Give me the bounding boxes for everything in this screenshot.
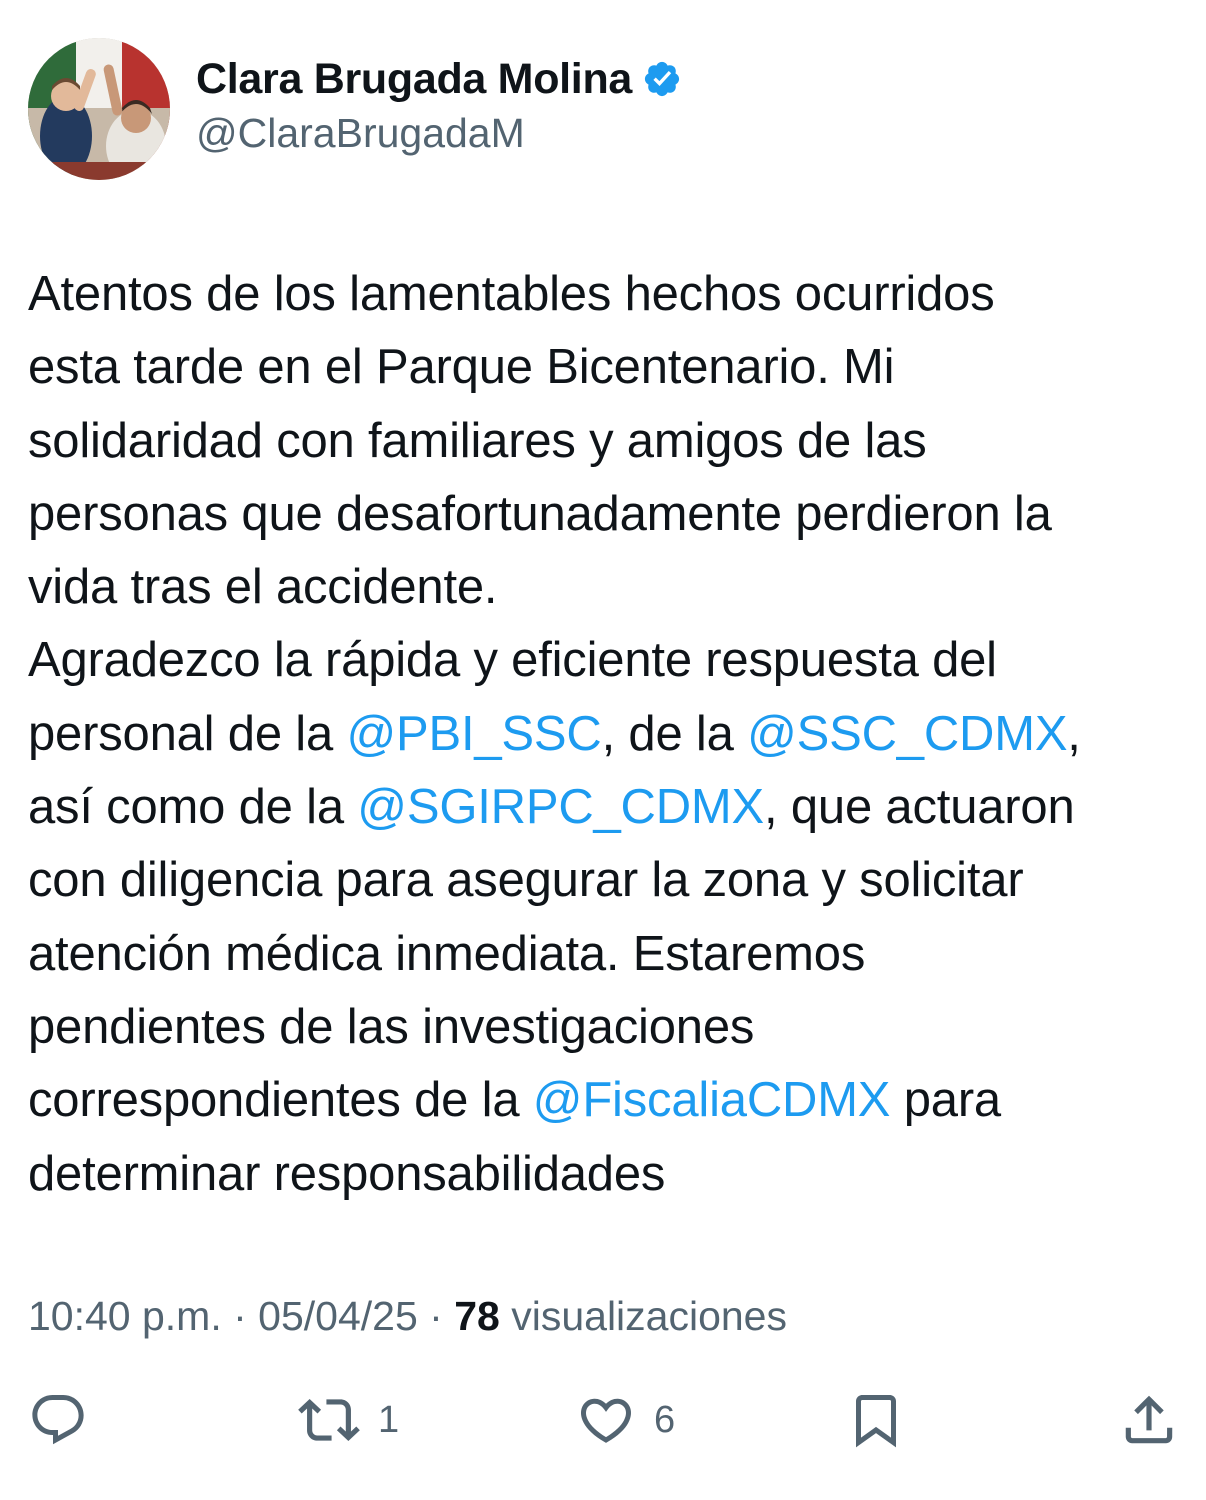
tweet-text-segment: vida tras el accidente. [28,560,498,615]
tweet-text-segment: , que actuaron [764,780,1075,835]
avatar[interactable] [28,38,170,180]
tweet-date[interactable]: 05/04/25 [258,1293,418,1339]
reply-button[interactable] [28,1388,88,1452]
tweet-text-line: con diligencia para asegurar la zona y s… [28,844,1188,917]
views-count: 78 [454,1293,500,1339]
tweet-text-segment: personal de la [28,706,347,761]
views-label: visualizaciones [511,1293,787,1339]
share-icon [1125,1395,1173,1444]
tweet-text-line: correspondientes de la @FiscaliaCDMX par… [28,1064,1188,1137]
tweet-text-segment: , de la [601,706,748,761]
retweet-button[interactable]: 1 [298,1388,399,1452]
name-row: Clara Brugada Molina [196,53,682,105]
mention-link[interactable]: @PBI_SSC [346,707,601,761]
verified-badge-icon[interactable] [642,59,682,99]
like-count: 6 [654,1398,676,1441]
tweet-text-line: determinar responsabilidades [28,1138,1188,1211]
tweet-text-segment: atención médica inmediata. Estaremos [28,926,866,981]
display-name[interactable]: Clara Brugada Molina [196,53,632,105]
tweet-time[interactable]: 10:40 p.m. [28,1293,222,1339]
tweet-text-line: Agradezco la rápida y eficiente respuest… [28,624,1188,697]
tweet-text-segment: Atentos de los lamentables hechos ocurri… [28,267,995,321]
reply-icon [32,1395,84,1445]
tweet-text-segment: determinar responsabilidades [28,1146,666,1201]
heart-icon [580,1398,632,1443]
tweet-text-line: esta tarde en el Parque Bicentenario. Mi [28,331,1188,404]
mention-link[interactable]: @SGIRPC_CDMX [357,780,764,834]
tweet-text-line: así como de la @SGIRPC_CDMX, que actuaro… [28,771,1188,844]
tweet-text-line: personal de la @PBI_SSC, de la @SSC_CDMX… [28,698,1188,771]
author-names: Clara Brugada Molina @ClaraBrugadaM [196,53,682,159]
tweet-text-segment: para [890,1073,1001,1128]
tweet-text-segment: esta tarde en el Parque Bicentenario. Mi [28,340,895,395]
profile-photo-icon [28,38,170,180]
tweet-text-segment: , [1067,706,1081,761]
like-button[interactable]: 6 [576,1388,675,1452]
tweet-text-segment: Agradezco la rápida y eficiente respuest… [28,633,997,688]
tweet-text-line: Atentos de los lamentables hechos ocurri… [28,258,1188,331]
mention-link[interactable]: @SSC_CDMX [747,707,1067,761]
bookmark-button[interactable] [846,1388,906,1452]
share-button[interactable] [1118,1388,1180,1452]
tweet-text-segment: correspondientes de la [28,1073,533,1128]
tweet-text-line: vida tras el accidente. [28,551,1188,624]
tweet-text-segment: con diligencia para asegurar la zona y s… [28,853,1024,908]
bookmark-icon [856,1395,896,1448]
tweet-text-line: atención médica inmediata. Estaremos [28,918,1188,991]
tweet-meta: 10:40 p.m. · 05/04/25 · 78 visualizacion… [28,1288,787,1344]
action-bar: 1 6 [0,1388,1206,1452]
tweet-text-line: personas que desafortunadamente perdiero… [28,478,1188,551]
mention-link[interactable]: @FiscaliaCDMX [533,1073,891,1127]
tweet-text-segment: pendientes de las investigaciones [28,999,755,1054]
tweet-text-segment: personas que desafortunadamente perdiero… [28,486,1052,541]
meta-separator: · [221,1293,259,1339]
tweet-text-line: pendientes de las investigaciones [28,991,1188,1064]
tweet-text-segment: así como de la [28,780,358,835]
retweet-count: 1 [378,1398,400,1441]
retweet-icon [298,1399,360,1441]
meta-separator: · [417,1293,455,1339]
tweet-text-segment: solidaridad con familiares y amigos de l… [28,413,927,468]
author-handle[interactable]: @ClaraBrugadaM [196,107,682,159]
tweet-text-line: solidaridad con familiares y amigos de l… [28,405,1188,478]
tweet-text: Atentos de los lamentables hechos ocurri… [28,258,1188,1211]
tweet-header: Clara Brugada Molina @ClaraBrugadaM [28,38,682,180]
